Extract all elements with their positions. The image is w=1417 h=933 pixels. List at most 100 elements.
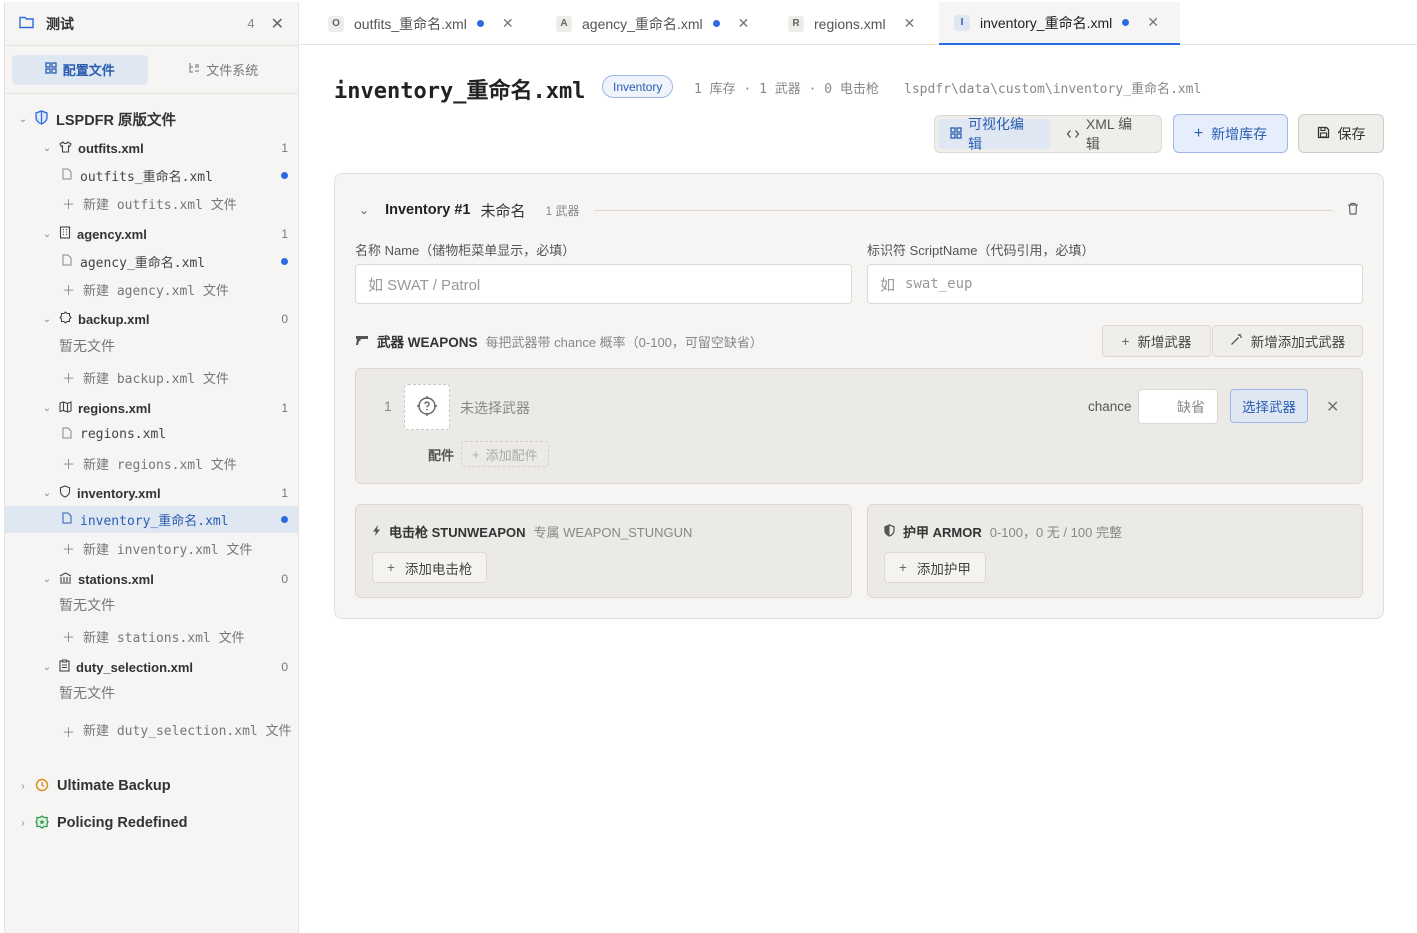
weapon-picker-slot[interactable] [404, 384, 450, 430]
tree-file-agency-renamed[interactable]: agency_重命名.xml [5, 249, 298, 273]
chevron-down-icon[interactable]: ⌄ [359, 203, 369, 217]
tab-filesystem[interactable]: 文件系统 [156, 55, 292, 85]
xml-edit-button[interactable]: XML 编辑 [1054, 116, 1158, 152]
add-stunweapon-button[interactable]: + 添加电击枪 [372, 552, 488, 583]
file-label: outfits_重命名.xml [80, 169, 213, 185]
new-file-backup[interactable]: ＋ 新建 backup.xml 文件 [5, 365, 298, 389]
add-armor-button[interactable]: + 添加护甲 [884, 552, 986, 583]
tree-root-label: LSPDFR 原版文件 [56, 112, 177, 129]
add-weapon-label: 新增武器 [1137, 335, 1192, 350]
tab-inventory-renamed[interactable]: I inventory_重命名.xml ✕ [939, 2, 1180, 45]
tree-group-outfits[interactable]: ⌄ outfits.xml 1 [5, 137, 298, 159]
weapons-title: 武器 WEAPONS [377, 335, 478, 350]
file-icon [62, 427, 72, 442]
tree-group-agency[interactable]: ⌄ agency.xml 1 [5, 223, 298, 245]
add-accessory-button[interactable]: + 添加配件 [461, 441, 549, 467]
tree-group-regions[interactable]: ⌄ regions.xml 1 [5, 397, 298, 419]
tab-filesystem-label: 文件系统 [206, 63, 259, 78]
new-file-inventory[interactable]: ＋ 新建 inventory.xml 文件 [5, 536, 298, 560]
chevron-down-icon: ⌄ [42, 661, 52, 673]
shield-icon [35, 110, 48, 128]
inventory-name: 未命名 [480, 202, 526, 220]
tree-root-ultimate-backup[interactable]: › Ultimate Backup [5, 775, 298, 797]
weapons-section-title: 武器 WEAPONS 每把武器带 chance 概率（0-100，可留空缺省） [355, 331, 763, 351]
tab-label: agency_重命名.xml [582, 15, 703, 32]
tree-group-inventory[interactable]: ⌄ inventory.xml 1 [5, 482, 298, 504]
tree-root-lspdfr[interactable]: ⌄ LSPDFR 原版文件 [5, 108, 298, 130]
new-file-agency[interactable]: ＋ 新建 agency.xml 文件 [5, 277, 298, 301]
grid-icon [950, 126, 962, 142]
modified-dot [476, 20, 484, 27]
tab-outfits-renamed[interactable]: O outfits_重命名.xml ✕ [328, 2, 533, 45]
scriptname-input[interactable]: 如 swat_eup [867, 264, 1363, 304]
group-label: agency.xml [77, 226, 147, 242]
chevron-right-icon: › [21, 780, 25, 792]
armor-title-label: 护甲 ARMOR [903, 525, 982, 540]
tab-agency-renamed[interactable]: A agency_重命名.xml ✕ [556, 2, 766, 45]
plus-icon: ＋ [62, 724, 76, 740]
new-file-duty-selection[interactable]: ＋ 新建 duty_selection.xml 文件 [5, 710, 298, 752]
visual-edit-button[interactable]: 可视化编辑 [938, 116, 1050, 152]
file-icon [62, 168, 72, 183]
remove-weapon-icon[interactable]: ✕ [1326, 397, 1339, 417]
tab-regions[interactable]: R regions.xml ✕ [788, 2, 928, 45]
tab-badge: A [556, 15, 572, 32]
plus-icon: ＋ [62, 370, 76, 386]
new-file-label: 新建 inventory.xml 文件 [83, 542, 253, 558]
tree-file-outfits-renamed[interactable]: outfits_重命名.xml [5, 163, 298, 187]
type-pill: Inventory [602, 75, 674, 98]
add-weapon-button[interactable]: + 新增武器 [1102, 325, 1211, 357]
modified-dot [281, 516, 288, 523]
chevron-down-icon: ⌄ [18, 113, 28, 125]
tree-group-stations[interactable]: ⌄ stations.xml 0 [5, 568, 298, 590]
file-label: regions.xml [80, 426, 167, 442]
armor-panel: 护甲 ARMOR 0-100，0 无 / 100 完整 + 添加护甲 [867, 504, 1363, 598]
chance-input[interactable]: 缺省 [1138, 389, 1218, 424]
group-count: 1 [281, 401, 288, 415]
tab-label: inventory_重命名.xml [980, 14, 1113, 31]
group-label: stations.xml [78, 571, 154, 587]
new-file-outfits[interactable]: ＋ 新建 outfits.xml 文件 [5, 191, 298, 215]
shirt-icon [59, 140, 72, 156]
group-count: 1 [281, 486, 288, 500]
close-tab-icon[interactable]: ✕ [502, 15, 514, 32]
new-file-label: 新建 backup.xml 文件 [83, 371, 229, 387]
chevron-right-icon: › [21, 817, 25, 829]
group-count: 1 [281, 141, 288, 155]
sidebar: 测试 4 ✕ 配置文件 文件系统 ⌄ LSPDFR 原版文件 ⌄ outfits… [4, 2, 299, 933]
close-workspace-icon[interactable]: ✕ [271, 14, 284, 34]
tree-group-backup[interactable]: ⌄ backup.xml 0 [5, 308, 298, 330]
tree-root-label: Ultimate Backup [57, 778, 171, 794]
new-file-regions[interactable]: ＋ 新建 regions.xml 文件 [5, 451, 298, 475]
close-tab-icon[interactable]: ✕ [738, 15, 750, 32]
tree-file-inventory-renamed[interactable]: inventory_重命名.xml [5, 506, 298, 533]
new-file-stations[interactable]: ＋ 新建 stations.xml 文件 [5, 624, 298, 648]
group-label: duty_selection.xml [76, 659, 194, 675]
history-icon [35, 778, 49, 795]
new-file-label: 新建 stations.xml 文件 [83, 630, 245, 646]
tree-file-regions[interactable]: regions.xml [5, 422, 298, 446]
tab-badge: O [328, 15, 344, 32]
new-file-label: 新建 agency.xml 文件 [83, 283, 229, 299]
chevron-down-icon: ⌄ [42, 573, 52, 585]
tab-config-files[interactable]: 配置文件 [12, 54, 148, 85]
tree-root-policing-redefined[interactable]: › Policing Redefined [5, 812, 298, 834]
close-tab-icon[interactable]: ✕ [1147, 14, 1159, 31]
trash-icon[interactable] [1347, 202, 1359, 218]
save-button[interactable]: 保存 [1298, 114, 1384, 153]
plus-icon: + [1121, 333, 1130, 349]
shield-half-icon [884, 523, 895, 540]
plus-icon: ＋ [62, 629, 76, 645]
file-icon [62, 512, 72, 527]
new-file-label: 新建 outfits.xml 文件 [83, 197, 237, 213]
empty-note: 暂无文件 [5, 681, 298, 705]
group-count: 0 [281, 660, 288, 674]
add-inventory-button[interactable]: + 新增库存 [1173, 114, 1288, 153]
tree-group-duty-selection[interactable]: ⌄ duty_selection.xml 0 [5, 656, 298, 678]
workspace-count: 4 [247, 16, 255, 31]
add-weapon-wizard-button[interactable]: 新增添加式武器 [1212, 325, 1363, 357]
tree-icon [188, 62, 200, 77]
select-weapon-button[interactable]: 选择武器 [1230, 389, 1308, 423]
name-input[interactable]: 如 SWAT / Patrol [355, 264, 852, 304]
close-tab-icon[interactable]: ✕ [904, 15, 916, 32]
